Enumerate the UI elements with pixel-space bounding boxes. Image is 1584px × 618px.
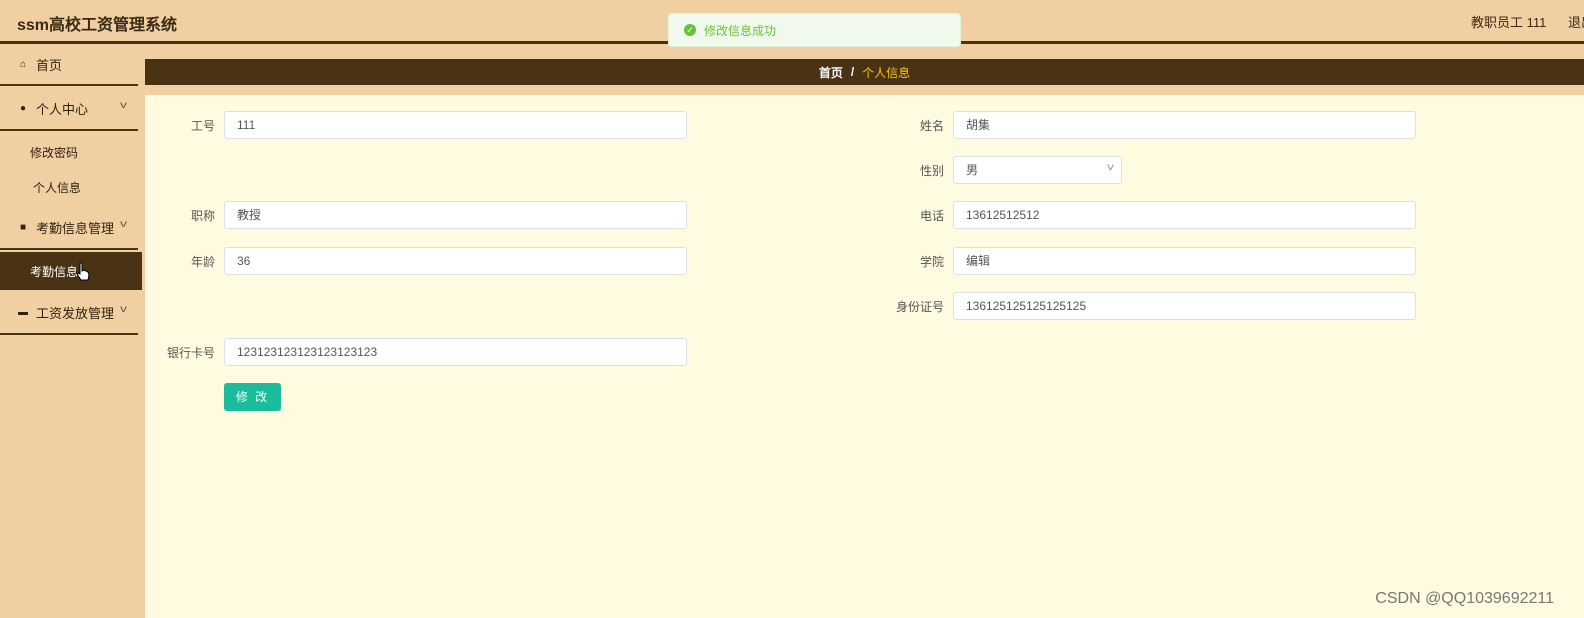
nianling-input[interactable]: 36 (224, 247, 687, 275)
field-label: 姓名 (919, 118, 944, 133)
current-user: 教职员工 111 (1471, 15, 1547, 30)
main-content: 首页 / 个人信息 工号 111 姓名 胡集 性别 男 v 职称 教授 电话 1… (145, 48, 1584, 618)
success-toast: ✓ 修改信息成功 (668, 13, 961, 47)
xingbie-select[interactable]: 男 (953, 156, 1122, 184)
sidebar-item-personal-info[interactable]: 个人信息 (0, 168, 142, 206)
field-label: 学院 (919, 254, 944, 269)
field-gonghao: 工号 111 (191, 111, 687, 139)
sidebar-item-attendance-management[interactable]: ■ 考勤信息管理 v (0, 207, 138, 247)
sidebar-item-label: 个人信息 (33, 180, 82, 195)
field-label: 职称 (190, 208, 215, 223)
briefcase-icon: ▬ (18, 306, 28, 318)
sidebar-item-label: 考勤信息管理 (36, 220, 115, 236)
sidebar: ⌂ 首页 ● 个人中心 v 修改密码 个人信息 ■ 考勤信息管理 v 考勤信息 … (0, 44, 142, 618)
menu-divider (0, 84, 138, 86)
sidebar-item-personal-center[interactable]: ● 个人中心 v (0, 88, 138, 128)
field-label: 电话 (919, 208, 944, 223)
field-yinhangka: 银行卡号 123123123123123123123 (167, 338, 687, 366)
check-circle-icon: ✓ (684, 24, 696, 36)
sidebar-item-salary-management[interactable]: ▬ 工资发放管理 v (0, 292, 138, 332)
user-icon: ● (19, 102, 27, 114)
yinhangka-input[interactable]: 123123123123123123123 (224, 338, 687, 366)
field-dianhua: 电话 13612512512 (920, 201, 1416, 229)
checkbox-icon: ■ (19, 221, 27, 233)
shenfenzheng-input[interactable]: 136125125125125125 (953, 292, 1416, 320)
field-label: 身份证号 (895, 299, 944, 314)
field-zhicheng: 职称 教授 (191, 201, 687, 229)
chevron-down-icon: v (1107, 162, 1114, 173)
field-xingming: 姓名 胡集 (920, 111, 1416, 139)
menu-divider (0, 248, 138, 250)
home-icon: ⌂ (19, 58, 27, 70)
gonghao-input[interactable]: 111 (224, 111, 687, 139)
breadcrumb-area: 首页 / 个人信息 (145, 48, 1584, 95)
sidebar-item-change-password[interactable]: 修改密码 (0, 133, 142, 171)
chevron-down-icon: v (120, 100, 127, 111)
submit-button[interactable]: 修 改 (224, 383, 281, 411)
toast-message: 修改信息成功 (704, 23, 777, 38)
sidebar-item-attendance-info[interactable]: 考勤信息 (0, 252, 142, 290)
sidebar-item-label: 工资发放管理 (36, 305, 115, 321)
sidebar-item-label: 首页 (36, 57, 63, 73)
field-label: 工号 (190, 118, 215, 133)
chevron-down-icon: v (120, 304, 127, 315)
field-label: 年龄 (190, 254, 215, 269)
sidebar-item-label: 修改密码 (30, 145, 79, 160)
xueyuan-input[interactable]: 编辑 (953, 247, 1416, 275)
logout-link[interactable]: 退出 (1568, 12, 1584, 31)
watermark: CSDN @QQ1039692211 (1375, 590, 1554, 607)
field-shenfenzheng: 身份证号 136125125125125125 (896, 292, 1416, 320)
field-xueyuan: 学院 编辑 (920, 247, 1416, 275)
breadcrumb: 首页 / 个人信息 (145, 59, 1584, 85)
field-label: 银行卡号 (166, 345, 215, 360)
field-nianling: 年龄 36 (191, 247, 687, 275)
zhicheng-input[interactable]: 教授 (224, 201, 687, 229)
top-right: 教职员工 111 退出 (1471, 12, 1584, 31)
breadcrumb-current: 个人信息 (862, 65, 911, 80)
app-title: ssm高校工资管理系统 (17, 17, 178, 34)
breadcrumb-home[interactable]: 首页 (819, 64, 843, 81)
sidebar-item-home[interactable]: ⌂ 首页 (0, 44, 138, 84)
sidebar-item-label: 个人中心 (36, 101, 89, 117)
chevron-down-icon: v (120, 219, 127, 230)
sidebar-item-label: 考勤信息 (30, 264, 79, 279)
breadcrumb-separator: / (850, 65, 855, 79)
xingming-input[interactable]: 胡集 (953, 111, 1416, 139)
field-xingbie: 性别 男 v (920, 156, 1122, 184)
menu-divider (0, 333, 138, 335)
hand-cursor-icon (76, 262, 90, 281)
menu-divider (0, 129, 138, 131)
dianhua-input[interactable]: 13612512512 (953, 201, 1416, 229)
field-label: 性别 (919, 163, 944, 178)
